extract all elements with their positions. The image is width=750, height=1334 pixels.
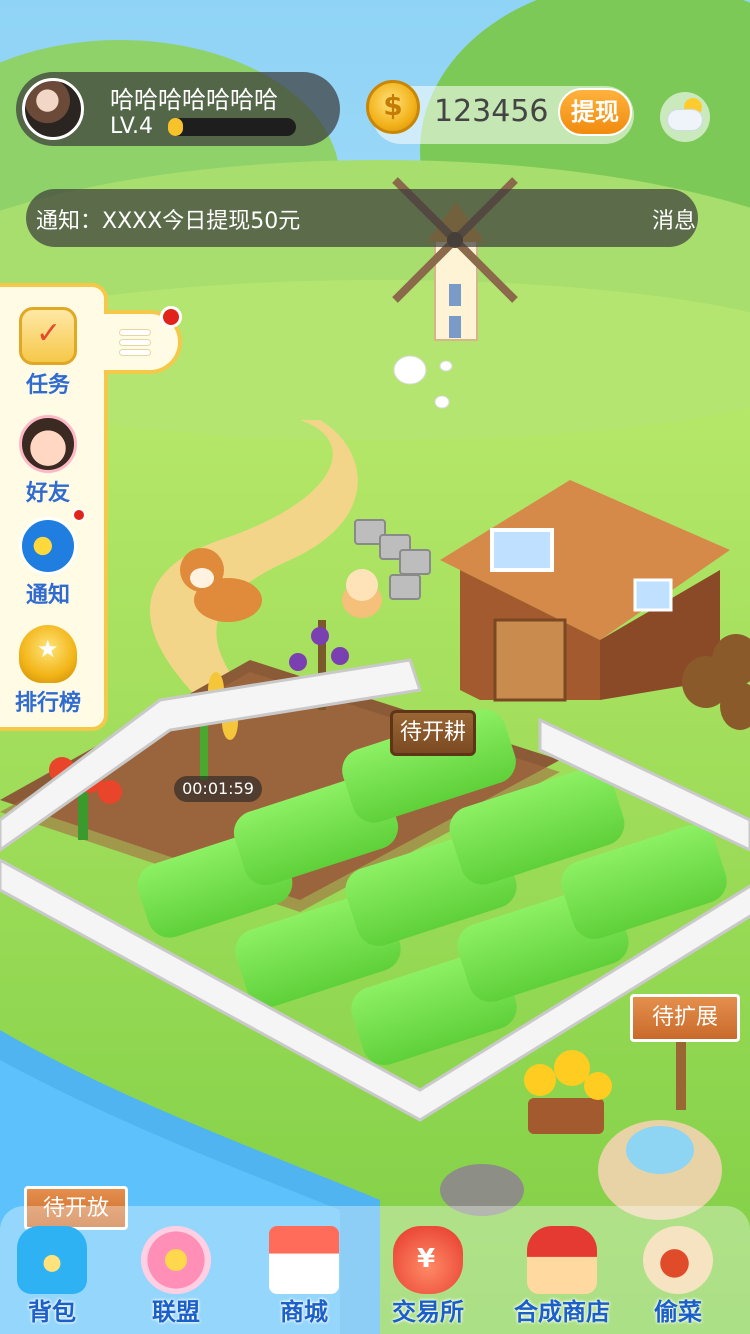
money-bag-icon xyxy=(393,1226,463,1294)
player-name: 哈哈哈哈哈哈哈 xyxy=(110,86,278,114)
avatar[interactable] xyxy=(22,78,84,140)
coin-amount: 123456 xyxy=(434,94,549,129)
alliance-badge-icon xyxy=(141,1226,211,1294)
megaphone-icon xyxy=(19,517,77,575)
side-item-label: 通知 xyxy=(25,583,70,608)
xp-progress-bar xyxy=(168,118,296,136)
nav-steal[interactable]: 偷菜 xyxy=(618,1226,738,1327)
message-button[interactable]: 消息 xyxy=(652,203,698,235)
coin-icon: $ xyxy=(366,80,420,134)
shop-icon xyxy=(269,1226,339,1294)
nav-merge-shop[interactable]: 合成商店 xyxy=(502,1226,622,1327)
nav-label: 背包 xyxy=(28,1298,76,1326)
nav-alliance[interactable]: 联盟 xyxy=(116,1226,236,1327)
menu-red-dot xyxy=(160,306,182,328)
plow-sign[interactable]: 待开耕 xyxy=(390,710,476,756)
side-item-ranking[interactable]: 排行榜 xyxy=(0,625,100,717)
nav-label: 交易所 xyxy=(392,1298,464,1326)
nav-label: 偷菜 xyxy=(654,1298,702,1326)
side-item-label: 任务 xyxy=(25,373,70,398)
notice-bar: 通知：XXXX今日提现50元 消息 xyxy=(26,189,698,247)
crop-timer: 00:01:59 xyxy=(174,776,262,802)
side-item-task[interactable]: 任务 xyxy=(0,307,100,399)
withdraw-button[interactable]: 提现 xyxy=(558,88,632,136)
trophy-icon xyxy=(19,625,77,683)
nav-label: 商城 xyxy=(280,1298,328,1326)
steal-hand-icon xyxy=(643,1226,713,1294)
nav-label: 联盟 xyxy=(152,1298,200,1326)
side-menu: 任务 好友 通知 排行榜 xyxy=(0,283,108,731)
task-list-icon xyxy=(19,307,77,365)
coin-balance: $ 123456 提现 xyxy=(366,80,634,144)
nav-backpack[interactable]: 背包 xyxy=(0,1226,112,1327)
expand-sign[interactable]: 待扩展 xyxy=(630,994,740,1042)
nav-label: 合成商店 xyxy=(514,1298,610,1326)
side-item-label: 排行榜 xyxy=(14,691,81,716)
xp-progress-fill xyxy=(168,118,184,136)
side-item-friends[interactable]: 好友 xyxy=(0,415,100,507)
side-item-label: 好友 xyxy=(25,481,70,506)
side-item-notify[interactable]: 通知 xyxy=(0,517,100,609)
notice-text: 通知：XXXX今日提现50元 xyxy=(36,209,301,234)
house-icon xyxy=(527,1226,597,1294)
nav-shop[interactable]: 商城 xyxy=(244,1226,364,1327)
weather-icon[interactable] xyxy=(660,92,710,142)
nav-exchange[interactable]: 交易所 xyxy=(368,1226,488,1327)
notify-red-dot xyxy=(72,508,86,522)
friend-icon xyxy=(19,415,77,473)
player-profile[interactable]: 哈哈哈哈哈哈哈 LV.4 xyxy=(16,72,340,146)
backpack-icon xyxy=(17,1226,87,1294)
menu-icon xyxy=(120,330,150,355)
bottom-nav: 背包 联盟 商城 交易所 合成商店 偷菜 xyxy=(0,1206,750,1334)
player-level: LV.4 xyxy=(110,114,154,139)
